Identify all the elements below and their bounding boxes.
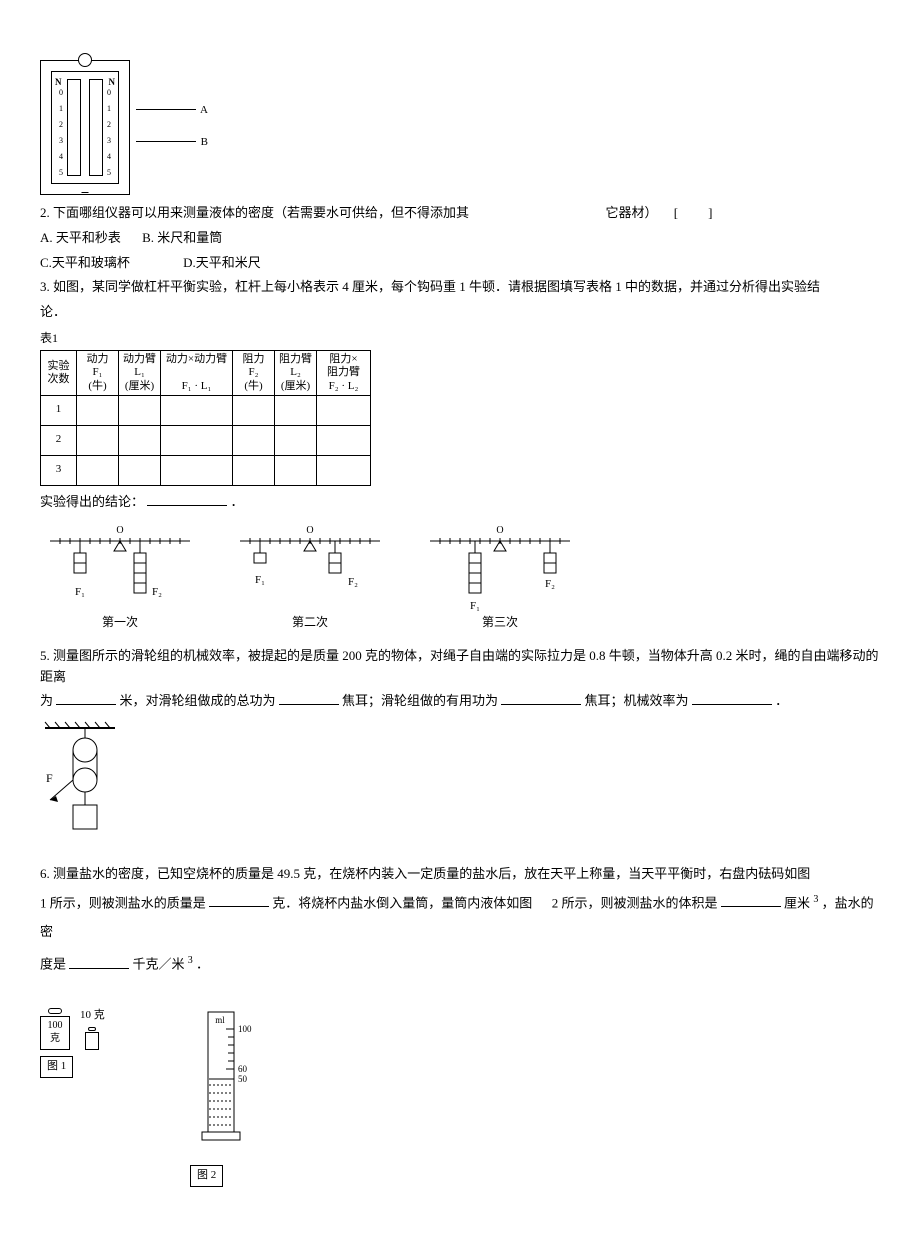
q2-option-c: C.天平和玻璃杯 [40, 255, 130, 270]
table-row: 3 [41, 455, 371, 485]
lever-first-icon: O F₁ F₂ [40, 523, 200, 613]
pointer-b [136, 141, 196, 142]
q6-line3: 度是 千克／米 3 ． [40, 950, 880, 979]
figure-2: ml 100 60 50 图 2 [190, 1007, 260, 1186]
density-figures: 100 克 10 克 图 1 ml 100 60 50 [40, 1007, 880, 1186]
figure2-caption: 图 2 [190, 1165, 223, 1187]
q2-option-a: A. 天平和秒表 [40, 230, 121, 245]
weight-100g: 100 克 [40, 1016, 70, 1050]
svg-text:100: 100 [238, 1024, 252, 1034]
svg-text:O: O [116, 525, 123, 536]
th-f2l2: 阻力× 阻力臂 F₂ · L₂ [317, 351, 371, 396]
q2-option-b: B. 米尺和量筒 [142, 230, 222, 245]
th-f1l1: 动力×动力臂 F₁ · L₁ [161, 351, 233, 396]
svg-text:F: F [46, 771, 53, 785]
lever-third-label: 第三次 [420, 613, 580, 632]
svg-text:F₁: F₁ [75, 586, 85, 598]
q5-line1: 5. 测量图所示的滑轮组的机械效率，被提起的是质量 200 克的物体，对绳子自由… [40, 646, 880, 688]
q6-line2: 1 所示，则被测盐水的质量是 克．将烧杯内盐水倒入量筒，量筒内液体如图 2 所示… [40, 889, 880, 947]
q3-stem-line1: 3. 如图，某同学做杠杆平衡实验，杠杆上每小格表示 4 厘米，每个钩码重 1 牛… [40, 277, 880, 298]
weight-10g-label: 10 克 [80, 1007, 105, 1025]
lever-diagrams: O F₁ F₂ 第一次 O [40, 523, 880, 632]
svg-text:F₂: F₂ [152, 586, 162, 598]
th-exp: 实验 次数 [41, 351, 77, 396]
table-row: 2 [41, 425, 371, 455]
th-f1: 动力 F₁ (牛) [77, 351, 119, 396]
th-f2: 阻力 F₂ (牛) [233, 351, 275, 396]
svg-text:F₂: F₂ [348, 576, 358, 588]
weight-10g [85, 1032, 99, 1050]
lever-third-icon: O F₁ F₂ [420, 523, 580, 613]
q3-conclusion: 实验得出的结论： ． [40, 492, 880, 513]
th-l2: 阻力臂 L₂ (厘米) [275, 351, 317, 396]
spring-scale-figure: N N 0 1 2 3 4 5 0 1 2 3 4 5 ⎯ [40, 60, 130, 195]
svg-text:ml: ml [215, 1015, 225, 1025]
hook-icon: ⎯ [82, 182, 89, 204]
lever-second-label: 第二次 [230, 613, 390, 632]
q5-line2: 为 米，对滑轮组做成的总功为 焦耳；滑轮组做的有用功为 焦耳；机械效率为 ． [40, 691, 880, 712]
table-row: 1 [41, 395, 371, 425]
svg-text:O: O [306, 525, 313, 536]
pulley-figure: F [40, 720, 120, 850]
q2-options-row2: C.天平和玻璃杯 D.天平和米尺 [40, 253, 880, 274]
svg-text:60: 60 [238, 1064, 248, 1074]
figure-1: 100 克 10 克 图 1 [40, 1007, 150, 1186]
svg-text:F₁: F₁ [470, 600, 480, 612]
svg-text:F₁: F₁ [255, 574, 265, 586]
th-l1: 动力臂 L₁ (厘米) [119, 351, 161, 396]
q3-stem-line2: 论． [40, 302, 880, 323]
svg-text:O: O [496, 525, 503, 536]
pointer-a [136, 109, 196, 110]
figure1-caption: 图 1 [40, 1056, 73, 1078]
ring-icon [78, 53, 92, 67]
q2-options-row1: A. 天平和秒表 B. 米尺和量筒 [40, 228, 880, 249]
q2-stem: 2. 下面哪组仪器可以用来测量液体的密度（若需要水可供给，但不得添加其 它器材）… [40, 203, 880, 224]
lever-second-icon: O F₁ F₂ [230, 523, 390, 613]
table1-label: 表1 [40, 329, 880, 348]
experiment-table: 实验 次数 动力 F₁ (牛) 动力臂 L₁ (厘米) 动力×动力臂 F₁ · … [40, 350, 371, 486]
lever-first-label: 第一次 [40, 613, 200, 632]
q6-line1: 6. 测量盐水的密度，已知空烧杯的质量是 49.5 克，在烧杯内装入一定质量的盐… [40, 864, 880, 885]
q2-option-d: D.天平和米尺 [183, 255, 261, 270]
svg-text:F₂: F₂ [545, 578, 555, 590]
svg-text:50: 50 [238, 1074, 248, 1084]
